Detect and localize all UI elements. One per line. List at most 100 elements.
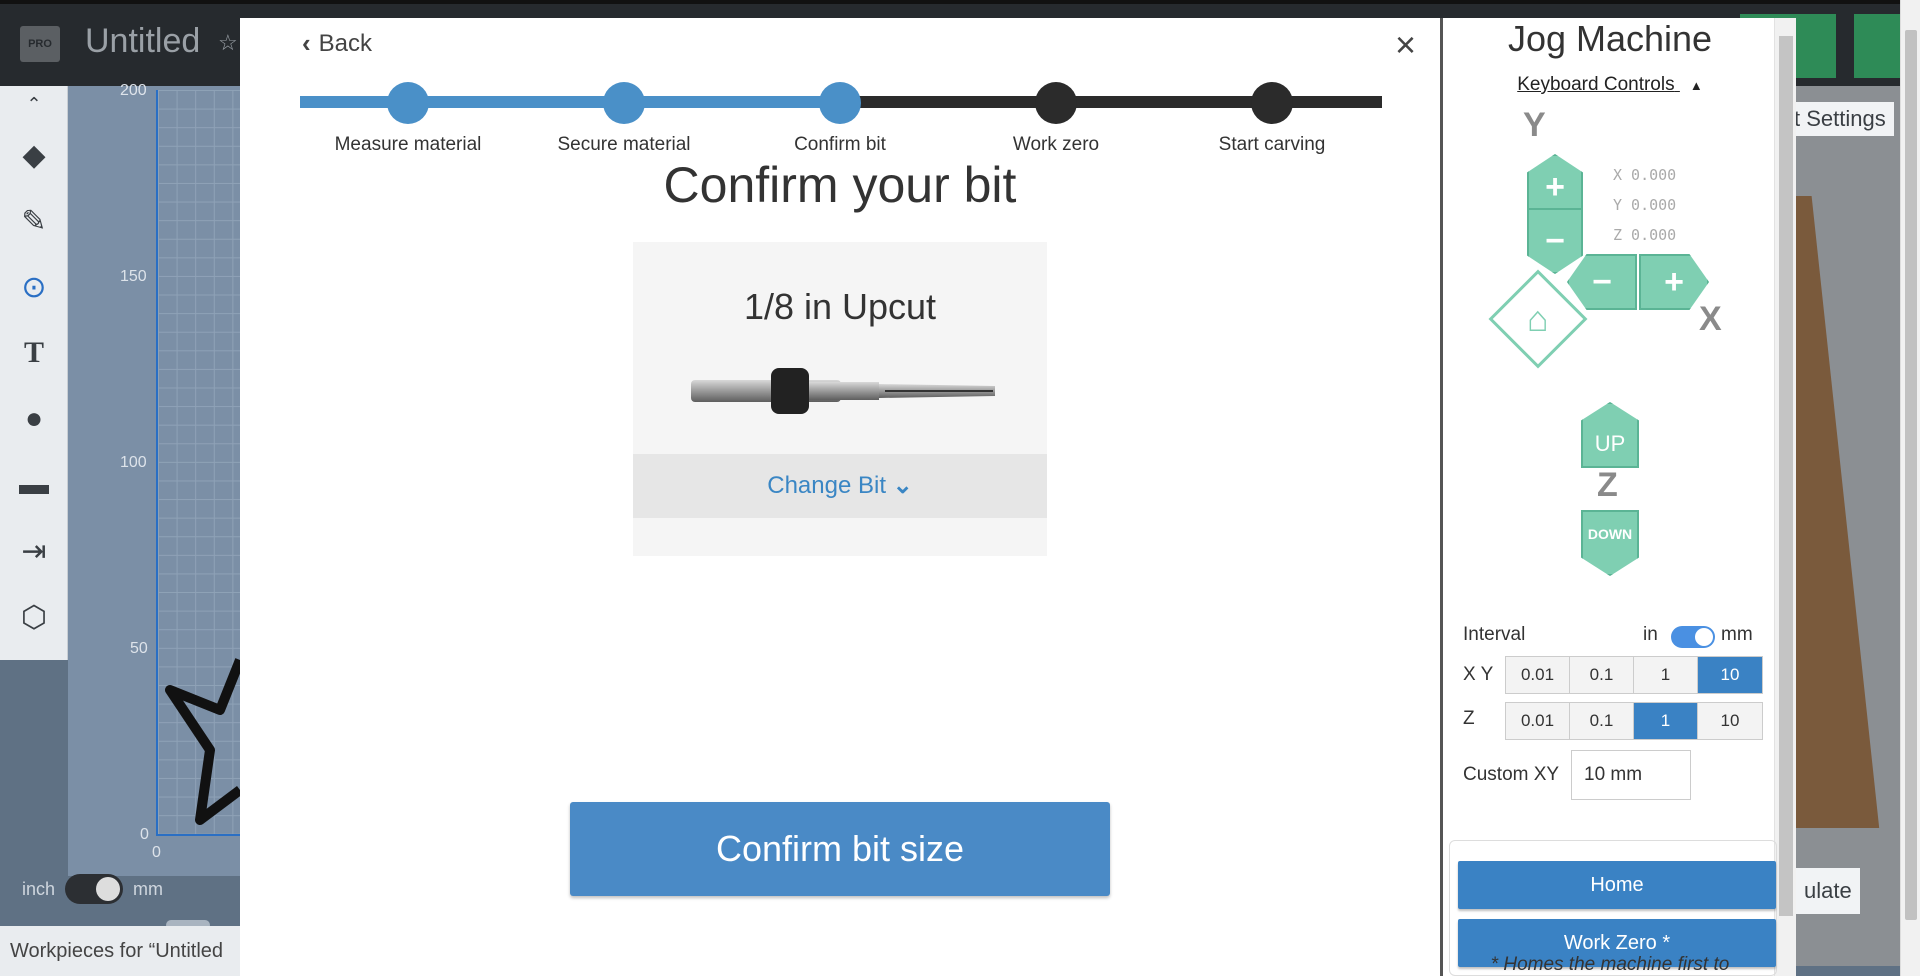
material-preview	[1796, 196, 1880, 828]
collapse-icon[interactable]: ⌃	[0, 86, 68, 122]
unit-mm-label: mm	[1721, 624, 1753, 645]
work-zero-footnote: * Homes the machine first to	[1490, 954, 1730, 975]
z-interval-selector: 0.01 0.1 1 10	[1505, 702, 1763, 740]
pen-icon[interactable]: ✎	[0, 188, 68, 254]
z-option-10[interactable]: 10	[1698, 703, 1762, 739]
xy-interval-label: X Y	[1463, 664, 1494, 685]
xy-option-1[interactable]: 1	[1634, 657, 1698, 693]
custom-xy-input[interactable]	[1571, 750, 1691, 800]
caret-up-icon: ▲	[1689, 78, 1703, 93]
workpieces-bar: Workpieces for “Untitled	[0, 926, 240, 976]
simulate-button[interactable]: ulate	[1796, 868, 1860, 914]
close-icon[interactable]: ×	[1395, 24, 1416, 66]
change-bit-button[interactable]: Change Bit ⌄	[633, 454, 1047, 518]
z-interval-label: Z	[1463, 708, 1475, 729]
star-icon[interactable]: ☆	[218, 30, 238, 56]
workpieces-label[interactable]: Workpieces for “Untitled	[10, 940, 223, 962]
x-tick-0: 0	[152, 844, 161, 861]
step-label: Secure material	[557, 134, 691, 155]
expand-button[interactable]	[1854, 14, 1900, 78]
z-option-0-01[interactable]: 0.01	[1506, 703, 1570, 739]
apple-icon[interactable]: ●	[0, 386, 68, 452]
y-tick-0: 0	[140, 826, 149, 843]
step-secure-material: Secure material	[514, 82, 734, 156]
xy-option-0-01[interactable]: 0.01	[1506, 657, 1570, 693]
step-dot	[819, 82, 861, 124]
keyboard-controls-toggle[interactable]: Keyboard Controls ▲	[1443, 74, 1777, 96]
unit-inch-label: inch	[22, 878, 56, 899]
unit-switch[interactable]	[65, 874, 124, 904]
step-label: Confirm bit	[794, 134, 886, 155]
y-minus-button[interactable]: −	[1527, 208, 1583, 274]
z-axis-label: Z	[1597, 466, 1618, 504]
y-coordinate: Y 0.000	[1613, 196, 1677, 214]
pro-badge: PRO	[20, 26, 60, 62]
xy-interval-selector: 0.01 0.1 1 10	[1505, 656, 1763, 694]
home-icon: ⌂	[1527, 298, 1549, 339]
shapes-icon[interactable]: ◆	[0, 122, 68, 188]
step-dot	[1251, 82, 1293, 124]
text-icon[interactable]: T	[0, 320, 68, 386]
y-tick-100: 100	[120, 454, 147, 471]
step-dot	[387, 82, 429, 124]
xy-option-10[interactable]: 10	[1698, 657, 1762, 693]
import-icon[interactable]: ⇥	[0, 518, 68, 584]
jog-scrollbar[interactable]	[1774, 18, 1796, 976]
brick-icon[interactable]: ▬	[0, 452, 68, 518]
home-button[interactable]: Home	[1458, 861, 1776, 909]
step-label: Start carving	[1218, 134, 1326, 155]
chevron-left-icon: ‹	[302, 28, 311, 58]
back-label: Back	[318, 29, 373, 57]
interval-label: Interval	[1463, 624, 1526, 645]
y-tick-150: 150	[120, 268, 147, 285]
canvas-unit-toggle[interactable]: inch mm	[22, 874, 163, 904]
step-dot	[603, 82, 645, 124]
bit-card: 1/8 in Upcut Change Bit ⌄	[633, 242, 1047, 556]
project-title[interactable]: Untitled	[85, 22, 200, 61]
unit-in-label: in	[1643, 624, 1658, 645]
custom-xy-label: Custom XY	[1463, 764, 1560, 785]
unit-mm-label: mm	[133, 878, 164, 899]
cube-icon[interactable]: ⬡	[0, 584, 68, 650]
step-confirm-bit: Confirm bit	[730, 82, 950, 156]
bit-image	[691, 368, 995, 414]
interval-unit-toggle[interactable]	[1671, 626, 1715, 648]
preview-panel: t Settings ulate	[1786, 86, 1900, 966]
z-option-0-1[interactable]: 0.1	[1570, 703, 1634, 739]
y-axis-label: Y	[1523, 106, 1546, 144]
left-toolbar: ⌃ ◆ ✎ ⊙ T ● ▬ ⇥ ⬡	[0, 86, 68, 660]
x-minus-button[interactable]: −	[1567, 254, 1637, 310]
page-scrollbar[interactable]	[1900, 0, 1920, 976]
xy-option-0-1[interactable]: 0.1	[1570, 657, 1634, 693]
z-option-1[interactable]: 1	[1634, 703, 1698, 739]
step-dot	[1035, 82, 1077, 124]
change-bit-label: Change Bit	[767, 472, 886, 499]
jog-scrollbar-thumb[interactable]	[1779, 36, 1793, 916]
keyboard-controls-label: Keyboard Controls	[1517, 74, 1675, 95]
z-up-button[interactable]: UP	[1581, 402, 1639, 468]
step-label: Measure material	[334, 134, 482, 155]
x-axis-label: X	[1699, 300, 1722, 338]
jog-title: Jog Machine	[1507, 18, 1713, 59]
jog-machine-panel: Jog Machine Keyboard Controls ▲ Y X Z X …	[1440, 18, 1796, 976]
step-measure-material: Measure material	[298, 82, 518, 156]
step-start-carving: Start carving	[1162, 82, 1382, 156]
back-link[interactable]: ‹ Back	[302, 28, 372, 59]
star-shape[interactable]	[160, 650, 240, 830]
carve-wizard-modal: ‹ Back × Measure material Secure materia…	[240, 18, 1440, 976]
y-tick-50: 50	[130, 640, 148, 657]
step-work-zero: Work zero	[946, 82, 1166, 156]
y-tick-200: 200	[120, 82, 147, 99]
chevron-down-icon: ⌄	[885, 472, 913, 499]
window-topline	[0, 0, 1920, 4]
z-down-button[interactable]: DOWN	[1581, 510, 1639, 576]
x-coordinate: X 0.000	[1613, 166, 1677, 184]
page-scrollbar-thumb[interactable]	[1905, 30, 1917, 920]
page-title: Confirm your bit	[663, 157, 1017, 213]
target-icon[interactable]: ⊙	[0, 254, 68, 320]
confirm-bit-size-button[interactable]: Confirm bit size	[570, 802, 1110, 896]
bit-name: 1/8 in Upcut	[743, 286, 937, 327]
settings-button[interactable]: t Settings	[1786, 102, 1894, 136]
z-coordinate: Z 0.000	[1613, 226, 1677, 244]
step-label: Work zero	[1012, 134, 1100, 155]
